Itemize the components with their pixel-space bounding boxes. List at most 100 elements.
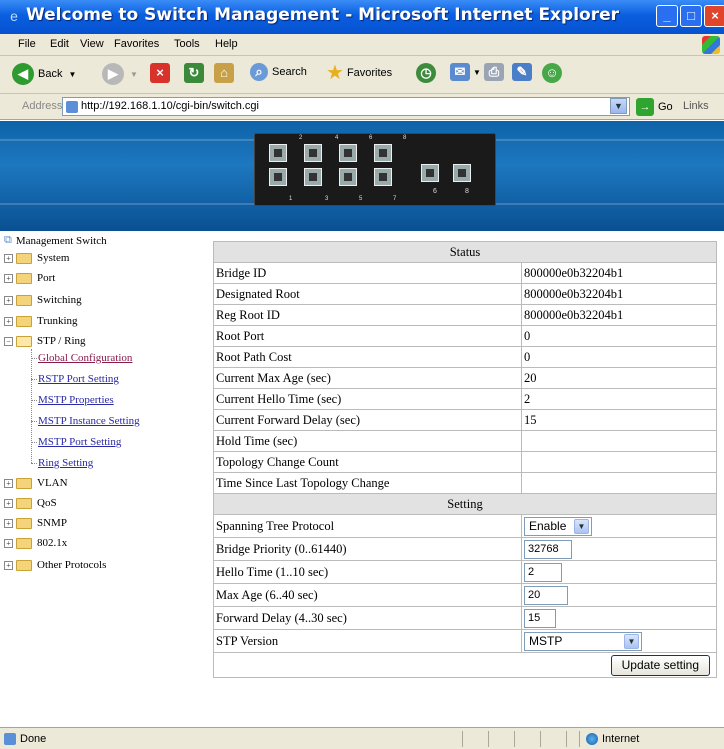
sidebar-item-port[interactable]: + Port (4, 272, 55, 284)
menu-tools[interactable]: Tools (174, 38, 200, 50)
expand-icon[interactable]: + (4, 478, 13, 488)
address-input[interactable]: http://192.168.1.10/cgi-bin/switch.cgi (62, 97, 630, 116)
sidebar-item-vlan[interactable]: + VLAN (4, 477, 68, 489)
expand-icon[interactable]: + (4, 538, 13, 548)
port-label: 6 (369, 135, 373, 141)
sidebar-link-global-configuration[interactable]: Global Configuration (38, 352, 132, 364)
sidebar-link-mstp-properties[interactable]: MSTP Properties (38, 394, 114, 406)
status-row-label: Reg Root ID (213, 304, 522, 326)
maximize-icon[interactable]: □ (680, 5, 702, 27)
address-bar: Address http://192.168.1.10/cgi-bin/swit… (0, 94, 724, 120)
back-arrow-icon: ◀ (12, 63, 34, 85)
switch-front-panel-image: 2 4 6 8 1 3 5 7 6 8 (254, 133, 496, 206)
port-label: 8 (403, 135, 407, 141)
search-button[interactable]: ⌕ Search (250, 63, 307, 81)
forward-delay-input[interactable]: 15 (524, 608, 556, 628)
tree-root-label: Management Switch (15, 234, 107, 247)
sidebar-link-rstp-port-setting[interactable]: RSTP Port Setting (38, 373, 119, 385)
max-age-input[interactable]: 20 (524, 585, 568, 605)
messenger-icon: ☺ (542, 63, 562, 83)
open-folder-icon (16, 335, 32, 347)
sidebar-item-snmp[interactable]: + SNMP (4, 517, 67, 529)
favorites-button[interactable]: ★ Favorites (326, 63, 392, 83)
expand-icon[interactable]: + (4, 560, 13, 570)
port-label: 2 (299, 135, 303, 141)
port-label: 8 (465, 188, 469, 195)
expand-icon[interactable]: + (4, 518, 13, 528)
forward-button[interactable]: ▶ ▼ (102, 63, 138, 85)
expand-icon[interactable]: + (4, 273, 13, 283)
favorites-label: Favorites (346, 67, 393, 79)
print-button[interactable]: ⎙ (484, 63, 504, 81)
tree-root[interactable]: ⧉ Management Switch (4, 234, 107, 247)
menu-view[interactable]: View (80, 38, 104, 50)
sidebar-item-trunking[interactable]: + Trunking (4, 315, 78, 327)
port-8 (374, 168, 392, 186)
port-label: 1 (289, 196, 293, 202)
status-row-value: 20 (521, 367, 717, 389)
back-button[interactable]: ◀ Back ▼ (12, 63, 76, 85)
status-row-label: Bridge ID (213, 262, 522, 284)
sidebar-item-label: SNMP (37, 517, 67, 529)
update-setting-button[interactable]: Update setting (610, 654, 710, 676)
collapse-icon[interactable]: − (4, 336, 13, 346)
globe-icon (586, 733, 598, 745)
status-row-label: Hold Time (sec) (213, 430, 522, 452)
status-row-value (521, 430, 717, 452)
sidebar-item-8021x[interactable]: +802.1x (4, 537, 67, 549)
bridge-priority-input[interactable]: 32768 (524, 539, 572, 559)
sidebar-link-ring-setting[interactable]: Ring Setting (38, 457, 93, 469)
chevron-down-icon: ▼ (624, 633, 639, 649)
back-label: Back (38, 68, 63, 80)
history-icon: ◷ (416, 63, 436, 83)
stop-button[interactable]: × (150, 63, 170, 83)
sidebar-item-switching[interactable]: + Switching (4, 294, 82, 306)
sidebar-item-qos[interactable]: + QoS (4, 497, 57, 509)
folder-icon (16, 315, 32, 327)
go-button[interactable]: → Go (636, 98, 673, 116)
chevron-down-icon[interactable]: ▼ (130, 70, 138, 79)
chevron-down-icon[interactable]: ▼ (473, 68, 481, 77)
expand-icon[interactable]: + (4, 253, 13, 263)
stp-global-table: Status Bridge ID 800000e0b32204b1 Designat… (213, 241, 717, 678)
security-zone: Internet (586, 733, 639, 745)
sidebar-item-stp-ring[interactable]: − STP / Ring (4, 335, 86, 347)
stp-enable-select[interactable]: Enable ▼ (524, 516, 592, 536)
menu-help[interactable]: Help (215, 38, 238, 50)
messenger-button[interactable]: ☺ (542, 63, 562, 83)
menu-edit[interactable]: Edit (50, 38, 69, 50)
port-9 (421, 164, 439, 182)
home-button[interactable]: ⌂ (214, 63, 234, 83)
hello-time-input[interactable]: 2 (524, 562, 562, 582)
sidebar-item-label: Trunking (37, 315, 78, 327)
expand-icon[interactable]: + (4, 295, 13, 305)
status-row-label: Designated Root (213, 283, 522, 305)
folder-icon (16, 497, 32, 509)
sidebar-item-other-protocols[interactable]: + Other Protocols (4, 559, 106, 571)
edit-button[interactable]: ✎ (512, 63, 532, 81)
stp-version-select[interactable]: MSTP ▼ (524, 631, 642, 651)
minimize-icon[interactable]: _ (656, 5, 678, 27)
address-label: Address (22, 100, 63, 112)
history-button[interactable]: ◷ (416, 63, 436, 83)
toolbar: ◀ Back ▼ ▶ ▼ × ↻ ⌂ ⌕ Search ★ Favorites … (0, 56, 724, 94)
links-label[interactable]: Links (683, 100, 709, 112)
menu-favorites[interactable]: Favorites (114, 38, 159, 50)
stop-icon: × (150, 63, 170, 83)
close-icon[interactable]: × (704, 5, 724, 27)
expand-icon[interactable]: + (4, 316, 13, 326)
refresh-button[interactable]: ↻ (184, 63, 204, 83)
port-3 (304, 144, 322, 162)
sidebar-link-mstp-port-setting[interactable]: MSTP Port Setting (38, 436, 121, 448)
address-dropdown-icon[interactable]: ▼ (610, 98, 627, 114)
menu-file[interactable]: File (18, 38, 36, 50)
sidebar-link-mstp-instance-setting[interactable]: MSTP Instance Setting (38, 415, 140, 427)
mail-button[interactable]: ✉ ▼ (450, 63, 481, 81)
status-bar: Done Internet (0, 727, 724, 749)
sidebar-item-system[interactable]: + System (4, 252, 69, 264)
sidebar-item-label: 802.1x (37, 537, 68, 549)
status-row: Current Forward Delay (sec) 15 (213, 409, 717, 431)
status-row-value: 15 (521, 409, 717, 431)
expand-icon[interactable]: + (4, 498, 13, 508)
chevron-down-icon[interactable]: ▼ (68, 70, 76, 79)
